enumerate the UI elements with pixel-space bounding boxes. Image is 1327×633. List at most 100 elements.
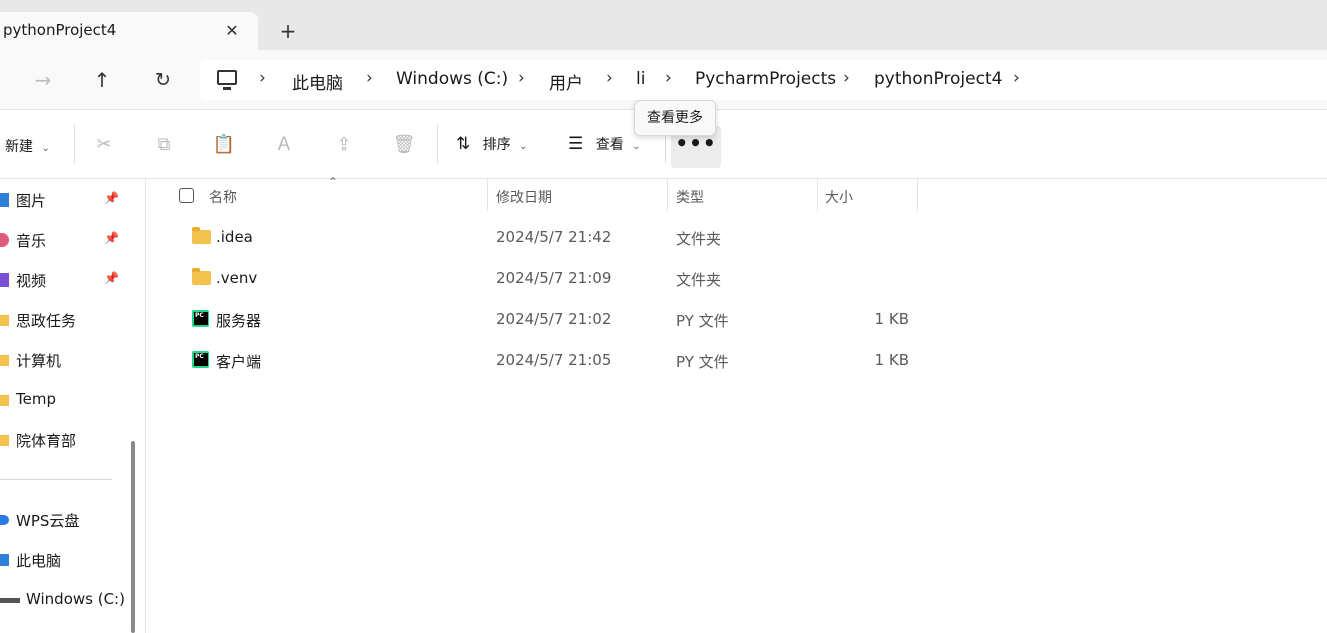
tab-strip: pythonProject4 ✕ + — [0, 0, 1327, 50]
file-type: 文件夹 — [676, 271, 722, 289]
breadcrumb-pycharmprojects[interactable]: PycharmProjects — [695, 69, 836, 89]
file-name: 客户端 — [216, 353, 262, 371]
view-list-icon: ☰ — [568, 134, 584, 154]
sidebar-item-sizheng[interactable]: 思政任务 — [0, 308, 130, 332]
folder-icon — [192, 227, 211, 244]
folder-icon — [0, 395, 9, 406]
breadcrumb-separator-icon[interactable]: › — [518, 68, 525, 88]
pc-icon — [0, 554, 9, 566]
sidebar-item-wps-cloud[interactable]: WPS云盘 — [0, 508, 130, 532]
rename-icon[interactable]: Ａ — [272, 133, 296, 157]
sidebar-item-label: 视频 — [16, 272, 47, 290]
up-arrow-icon[interactable]: ↑ — [87, 66, 117, 94]
forward-arrow-icon[interactable]: → — [28, 66, 58, 94]
paste-icon[interactable]: 📋 — [212, 133, 236, 157]
sort-icon: ⇅ — [456, 134, 471, 154]
view-button[interactable]: ☰ 查看 ⌄ — [568, 134, 641, 154]
sidebar-item-music[interactable]: 音乐 📌 — [0, 228, 130, 252]
toolbar-divider — [437, 125, 438, 163]
view-button-label: 查看 — [595, 137, 624, 153]
sidebar-item-temp[interactable]: Temp — [0, 388, 130, 412]
chevron-down-icon: ⌄ — [519, 141, 528, 152]
file-type: PY 文件 — [676, 312, 729, 330]
navigation-pane: 图片 📌 音乐 📌 视频 📌 思政任务 计算机 Temp 院体育部 WPS云盘 … — [0, 179, 138, 633]
column-header-name[interactable]: 名称 — [209, 187, 237, 207]
breadcrumb-windows-c[interactable]: Windows (C:) — [396, 69, 508, 89]
sidebar-item-this-pc[interactable]: 此电脑 — [0, 548, 130, 572]
column-resize-handle[interactable] — [667, 179, 668, 211]
see-more-tooltip: 查看更多 — [634, 100, 716, 136]
sidebar-item-label: 图片 — [16, 192, 47, 210]
file-size: 1 KB — [874, 310, 909, 328]
breadcrumb-separator-icon[interactable]: › — [259, 68, 266, 88]
file-date: 2024/5/7 21:09 — [496, 269, 612, 287]
sort-button[interactable]: ⇅ 排序 ⌄ — [456, 134, 528, 154]
breadcrumb-this-pc[interactable]: 此电脑 — [292, 69, 343, 94]
chevron-down-icon: ⌄ — [632, 141, 641, 152]
sidebar-item-label: 音乐 — [16, 232, 47, 250]
pin-icon[interactable]: 📌 — [104, 191, 119, 205]
column-header-date[interactable]: 修改日期 — [496, 187, 552, 207]
file-type: PY 文件 — [676, 353, 729, 371]
chevron-down-icon: ⌄ — [41, 143, 50, 154]
file-list: ⌃ 名称 修改日期 类型 大小 .idea 2024/5/7 21:42 文件夹… — [145, 175, 1327, 633]
refresh-icon[interactable]: ↻ — [148, 66, 178, 94]
sidebar-item-sports[interactable]: 院体育部 — [0, 428, 130, 452]
close-tab-icon[interactable]: ✕ — [222, 21, 242, 41]
file-size: 1 KB — [874, 351, 909, 369]
breadcrumb-separator-icon[interactable]: › — [606, 68, 613, 88]
file-row-server[interactable]: 服务器 2024/5/7 21:02 PY 文件 1 KB — [146, 299, 1327, 340]
sidebar-item-label: Temp — [16, 390, 56, 408]
sidebar-item-label: WPS云盘 — [16, 512, 80, 530]
pin-icon[interactable]: 📌 — [104, 271, 119, 285]
column-header-size[interactable]: 大小 — [825, 187, 853, 207]
pin-icon[interactable]: 📌 — [104, 231, 119, 245]
address-bar[interactable]: › 此电脑 › Windows (C:) › 用户 › li › Pycharm… — [200, 60, 1327, 100]
sidebar-item-windows-c[interactable]: Windows (C:) — [0, 588, 130, 612]
sidebar-item-label: 思政任务 — [16, 312, 77, 330]
column-resize-handle[interactable] — [917, 179, 918, 211]
sidebar-item-label: 院体育部 — [16, 432, 77, 450]
sidebar-scrollbar[interactable] — [131, 441, 135, 633]
pycharm-file-icon — [192, 351, 209, 368]
column-header-row: ⌃ 名称 修改日期 类型 大小 — [146, 175, 1327, 211]
sidebar-item-computer[interactable]: 计算机 — [0, 348, 130, 372]
sidebar-item-label: 此电脑 — [16, 552, 62, 570]
file-date: 2024/5/7 21:42 — [496, 228, 612, 246]
folder-icon — [0, 435, 9, 446]
breadcrumb-separator-icon[interactable]: › — [366, 68, 373, 88]
folder-icon — [0, 315, 9, 326]
share-icon[interactable]: ⇪ — [332, 133, 356, 157]
file-name: 服务器 — [216, 312, 262, 330]
select-all-checkbox[interactable] — [179, 188, 194, 203]
new-button[interactable]: 新建 ⌄ — [5, 136, 50, 156]
breadcrumb-separator-icon[interactable]: › — [665, 68, 672, 88]
column-resize-handle[interactable] — [817, 179, 818, 211]
sidebar-item-pictures[interactable]: 图片 📌 — [0, 188, 130, 212]
delete-icon[interactable]: 🗑 — [392, 133, 416, 157]
breadcrumb-separator-icon[interactable]: › — [843, 68, 850, 88]
sort-button-label: 排序 — [482, 137, 511, 153]
column-resize-handle[interactable] — [487, 179, 488, 211]
breadcrumb-users[interactable]: 用户 — [549, 69, 583, 94]
music-icon — [0, 233, 9, 247]
sidebar-item-label: Windows (C:) — [26, 590, 125, 608]
file-row-client[interactable]: 客户端 2024/5/7 21:05 PY 文件 1 KB — [146, 340, 1327, 381]
file-row-idea[interactable]: .idea 2024/5/7 21:42 文件夹 — [146, 217, 1327, 258]
tab-title: pythonProject4 — [3, 21, 117, 39]
file-date: 2024/5/7 21:02 — [496, 310, 612, 328]
copy-icon[interactable]: ⧉ — [152, 133, 176, 157]
cut-icon[interactable]: ✂ — [92, 133, 116, 157]
breadcrumb-pythonproject4[interactable]: pythonProject4 — [874, 69, 1002, 89]
file-name: .venv — [216, 269, 258, 287]
sidebar-item-videos[interactable]: 视频 📌 — [0, 268, 130, 292]
tab-pythonproject4[interactable]: pythonProject4 ✕ — [0, 12, 258, 50]
breadcrumb-li[interactable]: li — [636, 69, 645, 89]
this-pc-icon[interactable] — [217, 70, 237, 90]
file-row-venv[interactable]: .venv 2024/5/7 21:09 文件夹 — [146, 258, 1327, 299]
column-header-type[interactable]: 类型 — [676, 187, 704, 207]
sidebar-divider — [0, 479, 112, 480]
new-tab-button[interactable]: + — [276, 20, 300, 44]
pycharm-file-icon — [192, 310, 209, 327]
breadcrumb-separator-icon[interactable]: › — [1013, 68, 1020, 88]
